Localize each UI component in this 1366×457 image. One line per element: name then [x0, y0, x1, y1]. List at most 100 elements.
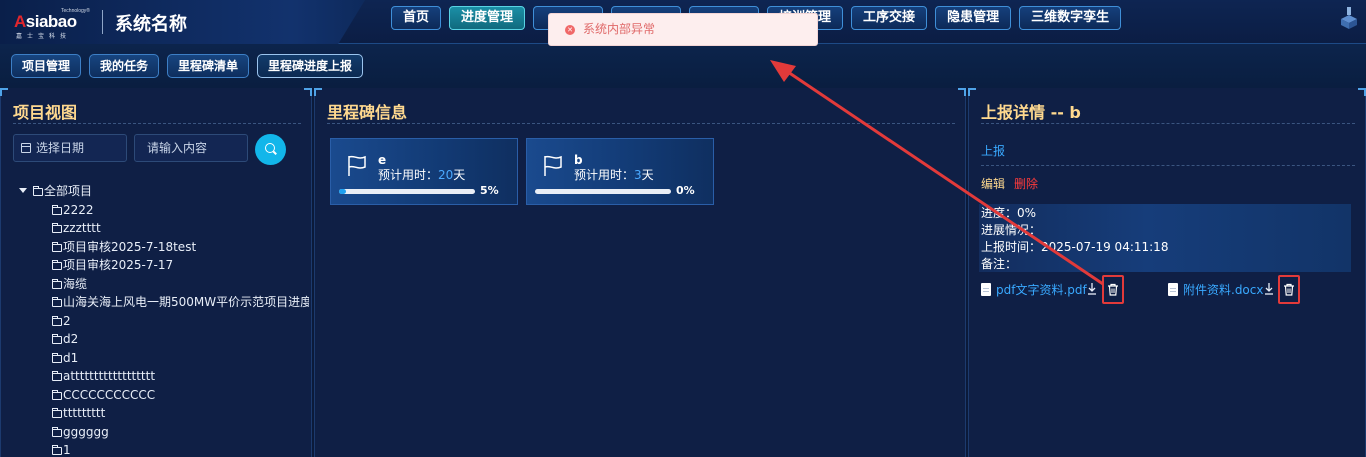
subnav-item-0[interactable]: 项目管理 [11, 54, 82, 78]
folder-icon [52, 445, 62, 455]
download-icon[interactable] [1264, 282, 1274, 296]
milestone-card[interactable]: e 预计用时：20天 5% [330, 138, 518, 205]
search-button[interactable] [255, 134, 286, 165]
progress-bar [339, 189, 475, 194]
toast-message: 系统内部异常 [583, 22, 656, 36]
folder-icon [52, 408, 62, 418]
search-input[interactable] [134, 134, 248, 162]
milestone-name: b [574, 153, 583, 167]
tree-item[interactable]: atttttttttttttttttt [19, 367, 309, 386]
folder-icon [52, 389, 62, 400]
file-icon [1168, 283, 1178, 296]
subnav-item-2[interactable]: 里程碑清单 [167, 54, 250, 78]
tree-item[interactable]: gggggg [19, 423, 309, 442]
divider [981, 123, 1355, 124]
flag-icon [348, 155, 366, 176]
date-picker[interactable]: 选择日期 [13, 134, 127, 162]
tree-root[interactable]: 全部项目 [19, 182, 309, 201]
delete-file-button[interactable] [1278, 275, 1300, 304]
edit-link[interactable]: 编辑 [981, 175, 1005, 192]
folder-icon [33, 186, 43, 196]
trash-icon [1284, 283, 1294, 296]
tree-item[interactable]: d1 [19, 349, 309, 368]
tree-item[interactable]: ttttttttt [19, 404, 309, 423]
divider [327, 123, 955, 124]
attachment-file[interactable]: 附件资料.docx [1168, 280, 1278, 300]
panel-corner [304, 88, 312, 96]
error-icon: ✕ [565, 25, 575, 35]
folder-icon [52, 204, 62, 215]
tree-item[interactable]: 2222 [19, 201, 309, 220]
flag-icon [544, 155, 562, 176]
folder-icon [52, 297, 62, 307]
subnav-item-3[interactable]: 里程碑进度上报 [257, 54, 364, 78]
tree-item[interactable]: d2 [19, 330, 309, 349]
nav-item-6[interactable]: 工序交接 [851, 6, 928, 30]
tree-item[interactable]: 山海关海上风电一期500MW平价示范项目进度 [19, 293, 309, 312]
logo-area: Technology® Asiabao 嘉士宝科技 系统名称 [0, 0, 365, 48]
file-icon [981, 283, 991, 296]
logo-separator [102, 10, 103, 34]
user-icon[interactable] [1340, 7, 1358, 29]
progress-percent: 0% [676, 184, 695, 197]
folder-icon [52, 371, 62, 381]
panel-corner [968, 88, 976, 96]
panel-corner [1358, 88, 1366, 96]
report-detail-box: 进度：0% 进展情况： 上报时间：2025-07-19 04:11:18 备注： [979, 204, 1351, 272]
search-icon-handle [273, 150, 277, 155]
tree-item[interactable]: 项目审核2025-7-17 [19, 256, 309, 275]
tree-children: 2222 zzztttt 项目审核2025-7-18test 项目审核2025-7-1… [19, 201, 309, 457]
file-name[interactable]: pdf文字资料.pdf [996, 281, 1087, 298]
trash-icon [1108, 283, 1118, 296]
nav-item-8[interactable]: 三维数字孪生 [1019, 6, 1122, 30]
download-icon[interactable] [1087, 282, 1097, 296]
nav-item-0[interactable]: 首页 [391, 6, 442, 30]
divider [981, 165, 1355, 166]
milestone-name: e [378, 153, 387, 167]
logo-sub-text: 嘉士宝科技 [16, 34, 72, 40]
panel-corner [958, 88, 966, 96]
tree-item[interactable]: 海缆 [19, 275, 309, 294]
report-link[interactable]: 上报 [981, 142, 1005, 159]
project-tree: 全部项目 2222 zzztttt 项目审核2025-7-18test 项目审核202… [19, 182, 309, 457]
divider [13, 123, 301, 124]
detail-row: 进展情况： [981, 223, 1042, 237]
detail-row: 备注： [981, 257, 1018, 271]
calendar-icon [21, 143, 31, 153]
tree-item[interactable]: zzztttt [19, 219, 309, 238]
panel-corner [0, 88, 8, 96]
folder-icon [52, 223, 62, 233]
system-name: 系统名称 [115, 14, 187, 35]
folder-icon [52, 260, 62, 270]
progress-fill [339, 189, 346, 194]
milestone-duration: 预计用时：3天 [574, 168, 654, 182]
progress-percent: 5% [480, 184, 499, 197]
milestone-card[interactable]: b 预计用时：3天 0% [526, 138, 714, 205]
folder-icon [52, 334, 62, 344]
folder-icon [52, 315, 62, 326]
tree-item[interactable]: 2 [19, 312, 309, 331]
sub-nav-bar: 项目管理 我的任务 里程碑清单 里程碑进度上报 [0, 44, 1366, 88]
nav-item-7[interactable]: 隐患管理 [935, 6, 1012, 30]
project-view-panel: 项目视图 选择日期 全部项目 2222zzztttt项目审核2025-7-18t… [0, 88, 312, 457]
error-toast: ✕ 系统内部异常 [548, 13, 818, 46]
tree-item[interactable]: 项目审核2025-7-18test [19, 238, 309, 257]
detail-row: 上报时间：2025-07-19 04:11:18 [981, 240, 1169, 254]
subnav-item-1[interactable]: 我的任务 [89, 54, 160, 78]
panel-title: 上报详情 -- b [981, 103, 1081, 122]
report-detail-panel: 上报详情 -- b 上报 编辑 删除 进度：0% 进展情况： 上报时间：2025-0… [968, 88, 1366, 457]
folder-icon [52, 278, 62, 289]
folder-icon [52, 426, 62, 437]
panel-title: 里程碑信息 [327, 103, 408, 122]
file-name[interactable]: 附件资料.docx [1183, 281, 1263, 298]
delete-link[interactable]: 删除 [1014, 175, 1038, 192]
milestone-info-panel: 里程碑信息 e 预计用时：20天 5% b 预计用时：3天 0% [314, 88, 966, 457]
tree-item[interactable]: 1 [19, 441, 309, 457]
tree-item[interactable]: CCCCCCCCCCC [19, 386, 309, 405]
caret-down-icon[interactable] [19, 188, 27, 193]
progress-bar [535, 189, 671, 194]
sub-nav: 项目管理 我的任务 里程碑清单 里程碑进度上报 [11, 54, 364, 78]
nav-item-1[interactable]: 进度管理 [449, 6, 526, 30]
delete-file-button[interactable] [1102, 275, 1124, 304]
detail-row: 进度：0% [981, 206, 1037, 220]
